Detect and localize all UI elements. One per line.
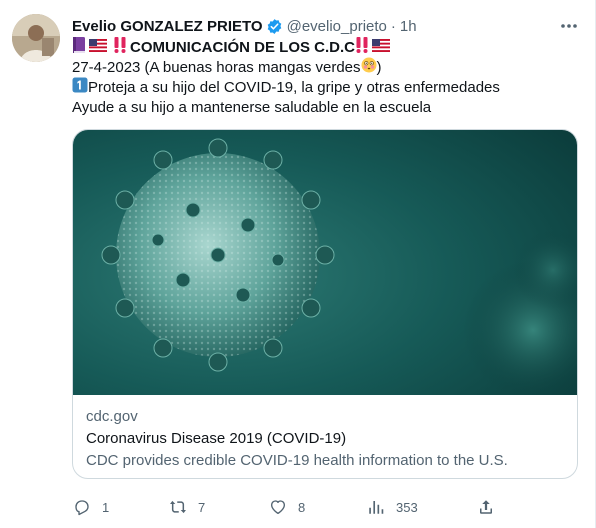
tweet-date-close: ) xyxy=(376,59,382,76)
us-flag-icon xyxy=(372,38,390,58)
reply-button[interactable]: 1 xyxy=(72,493,109,521)
heart-icon xyxy=(268,497,288,517)
retweet-icon xyxy=(168,497,188,517)
share-button[interactable] xyxy=(476,493,496,521)
card-title[interactable]: Coronavirus Disease 2019 (COVID-19) xyxy=(86,428,566,450)
us-flag-icon xyxy=(89,38,107,58)
tweet-item-one: Proteja a su hijo del COVID-19, la gripe… xyxy=(88,79,500,96)
tweet-date-note: 27-4-2023 (A buenas horas mangas verdes xyxy=(72,59,361,76)
card-meta: cdc.gov Coronavirus Disease 2019 (COVID-… xyxy=(86,407,566,471)
tweet-header: Evelio GONZALEZ PRIETO @evelio_prieto · … xyxy=(72,16,417,36)
tweet-headline: COMUNICACIÓN DE LOS C.D.C xyxy=(130,39,355,56)
link-card[interactable]: cdc.gov Coronavirus Disease 2019 (COVID-… xyxy=(72,129,578,479)
purple-book-icon xyxy=(72,36,86,60)
verified-badge-icon xyxy=(266,18,283,35)
tweet[interactable]: Evelio GONZALEZ PRIETO @evelio_prieto · … xyxy=(0,0,596,528)
tweet-actions: 1 7 8 353 xyxy=(72,493,502,521)
like-button[interactable]: 8 xyxy=(268,493,305,521)
reply-icon xyxy=(72,497,92,517)
author-name[interactable]: Evelio GONZALEZ PRIETO xyxy=(72,18,263,35)
tweet-line-item-two: Ayude a su hijo a mantenerse saludable e… xyxy=(72,98,577,118)
author-handle[interactable]: @evelio_prieto xyxy=(287,18,387,35)
tweet-line-item-one: Proteja a su hijo del COVID-19, la gripe… xyxy=(72,77,577,99)
separator-dot: · xyxy=(390,17,396,35)
keycap-1-icon xyxy=(72,77,88,99)
more-options-icon[interactable] xyxy=(558,16,580,36)
avatar[interactable] xyxy=(12,14,60,62)
retweet-button[interactable]: 7 xyxy=(168,493,205,521)
reply-count: 1 xyxy=(102,499,110,515)
tweet-item-two: Ayude a su hijo a mantenerse saludable e… xyxy=(72,99,432,116)
card-description: CDC provides credible COVID-19 health in… xyxy=(86,452,508,469)
tweet-timestamp[interactable]: 1h xyxy=(400,18,417,35)
flushed-face-icon xyxy=(361,57,377,79)
tweet-line-date: 27-4-2023 (A buenas horas mangas verdes … xyxy=(72,57,577,79)
double-exclamation-icon xyxy=(113,37,127,59)
card-domain: cdc.gov xyxy=(86,408,138,425)
like-count: 8 xyxy=(298,499,306,515)
retweet-count: 7 xyxy=(198,499,206,515)
card-image[interactable] xyxy=(73,130,577,400)
views-button[interactable]: 353 xyxy=(366,493,418,521)
share-icon xyxy=(476,497,496,517)
analytics-icon xyxy=(366,497,386,517)
views-count: 353 xyxy=(396,499,418,515)
tweet-line-headline: COMUNICACIÓN DE LOS C.D.C xyxy=(72,36,577,60)
double-exclamation-icon xyxy=(355,37,369,59)
tweet-text: COMUNICACIÓN DE LOS C.D.C 27-4-2023 (A b… xyxy=(72,36,577,118)
